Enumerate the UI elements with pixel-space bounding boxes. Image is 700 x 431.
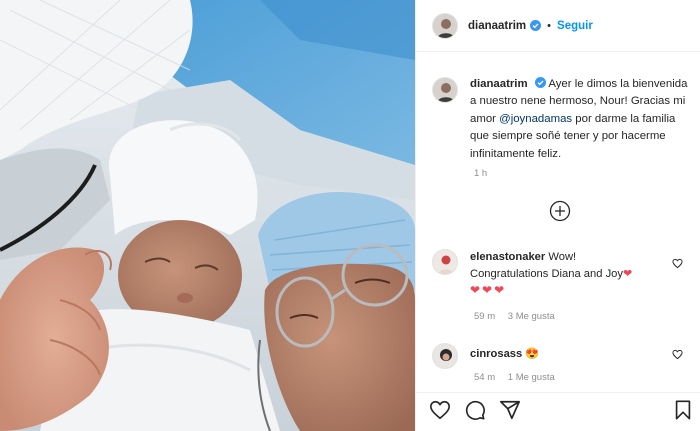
comment-text-line2: Congratulations Diana and Joy	[470, 267, 623, 280]
author-username[interactable]: dianaatrim	[468, 20, 526, 32]
comment-meta: 59 m 3 Me gusta	[474, 311, 565, 322]
hearts-emoji: ❤❤❤	[470, 283, 507, 298]
comment-like-heart-icon[interactable]	[672, 258, 683, 269]
verified-badge-icon	[530, 20, 542, 31]
comment-meta: 54 m 1 Me gusta	[474, 372, 565, 383]
comment-time[interactable]: 54 m	[474, 372, 495, 383]
post-side-panel: dianaatrim • Seguir dianaatrim Ayer le d…	[415, 0, 700, 431]
comment-likes[interactable]: 3 Me gusta	[508, 311, 555, 322]
comment-body: elenastonaker Wow! Congratulations Diana…	[470, 249, 660, 300]
author-avatar[interactable]	[432, 12, 458, 39]
comment-item: cinrosass 😍	[432, 343, 694, 369]
commenter-avatar[interactable]	[432, 343, 458, 369]
post-photo[interactable]	[0, 0, 415, 431]
verified-badge-icon	[534, 77, 546, 88]
comment-icon[interactable]	[464, 399, 486, 421]
post-caption: dianaatrim Ayer le dimos la bienvenida a…	[432, 76, 692, 163]
post-header: dianaatrim • Seguir	[416, 0, 700, 52]
caption-timestamp[interactable]: 1 h	[474, 168, 487, 179]
caption-username[interactable]: dianaatrim	[470, 78, 528, 90]
comment-likes[interactable]: 1 Me gusta	[508, 372, 555, 383]
heart-emoji: ❤	[623, 267, 633, 280]
newborn-photo-illustration	[0, 0, 415, 431]
comment-body: cinrosass 😍	[470, 343, 660, 369]
caption-author-avatar[interactable]	[432, 77, 458, 103]
comment-item: elenastonaker Wow! Congratulations Diana…	[432, 249, 694, 300]
caption-mention-link[interactable]: @joynadamas	[499, 113, 572, 125]
add-circle-icon[interactable]	[549, 200, 571, 222]
follow-button[interactable]: Seguir	[557, 20, 593, 32]
instagram-post: dianaatrim • Seguir dianaatrim Ayer le d…	[0, 0, 700, 431]
comment-text-line1: Wow!	[548, 251, 577, 263]
heart-icon[interactable]	[429, 399, 451, 421]
comment-like-heart-icon[interactable]	[672, 349, 683, 360]
post-action-bar	[416, 392, 700, 431]
commenter-username[interactable]: elenastonaker	[470, 251, 545, 263]
share-icon[interactable]	[499, 399, 521, 421]
save-icon[interactable]	[672, 399, 694, 421]
commenter-avatar[interactable]	[432, 249, 458, 275]
caption-text: dianaatrim Ayer le dimos la bienvenida a…	[470, 76, 692, 163]
comment-emoji: 😍	[525, 348, 540, 360]
commenter-username[interactable]: cinrosass	[470, 348, 522, 360]
separator-dot: •	[547, 19, 552, 32]
comment-time[interactable]: 59 m	[474, 311, 495, 322]
